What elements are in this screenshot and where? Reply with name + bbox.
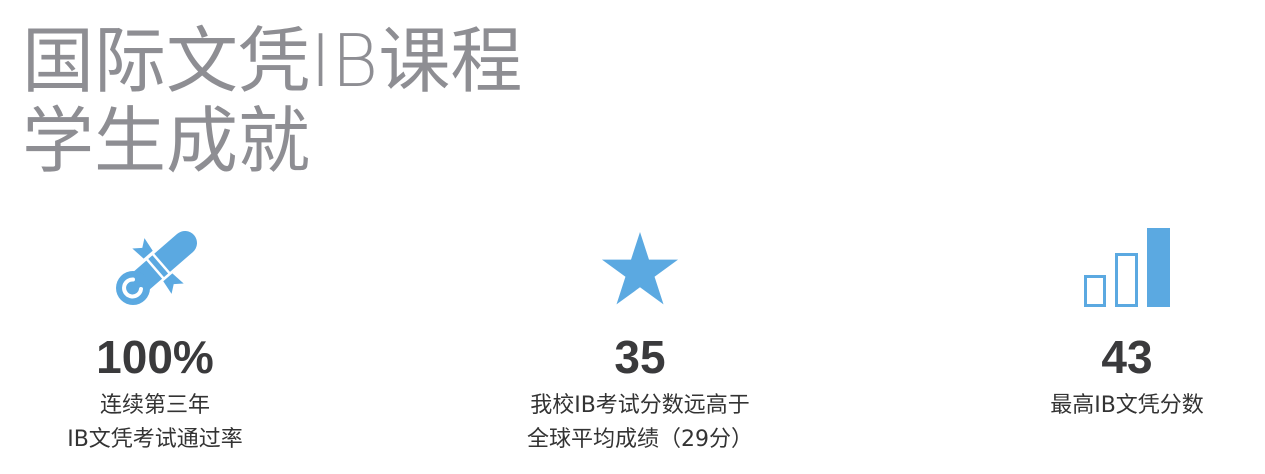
bar-chart-icon-bar-small [1084, 275, 1106, 307]
stat-item-pass-rate: 100% 连续第三年 IB文凭考试通过率 [20, 220, 290, 470]
stat-item-average-score: 35 我校IB考试分数远高于 全球平均成绩（29分） [505, 220, 775, 470]
stat-description: 连续第三年 IB文凭考试通过率 [20, 389, 290, 457]
bar-chart-icon [1083, 228, 1171, 308]
stat-description-line: IB文凭考试通过率 [67, 427, 243, 452]
diploma-ribbon-tail-upper [132, 238, 153, 259]
star-shape [601, 232, 679, 305]
stat-value: 43 [1101, 331, 1153, 383]
page-title: 国际文凭IB课程 学生成就 [22, 21, 522, 181]
diploma-icon-graphic [116, 231, 197, 305]
bar-chart-icon-bar-medium [1115, 253, 1138, 307]
stat-description: 我校IB考试分数远高于 全球平均成绩（29分） [505, 389, 775, 457]
page-title-line-1: 国际文凭IB课程 [22, 19, 523, 103]
page-title-line-2: 学生成就 [22, 99, 311, 183]
diploma-ribbon-tail-lower [163, 273, 184, 294]
stat-value: 35 [614, 331, 666, 383]
stat-item-highest-score: 43 最高IB文凭分数 [992, 220, 1262, 470]
stat-value: 100% [96, 331, 214, 383]
diploma-scroll-end [116, 271, 150, 305]
stat-description-line: 我校IB考试分数远高于 [530, 393, 750, 418]
diploma-icon [110, 227, 200, 307]
stat-description-line: 全球平均成绩（29分） [527, 427, 753, 452]
bar-chart-icon-graphic [1084, 228, 1170, 307]
star-icon-graphic [601, 232, 679, 305]
stat-description-line: 最高IB文凭分数 [1050, 393, 1204, 418]
bar-chart-icon-bar-tall [1147, 228, 1170, 307]
star-icon [600, 232, 680, 306]
stat-description: 最高IB文凭分数 [992, 389, 1262, 423]
stat-description-line: 连续第三年 [99, 393, 210, 418]
